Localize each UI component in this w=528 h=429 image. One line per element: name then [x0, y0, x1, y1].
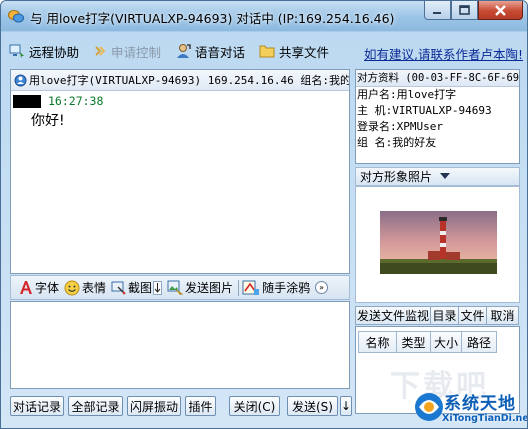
toolbar-divider [238, 279, 240, 296]
bottom-button-bar: 对话记录 全部记录 闪屏振动 插件 关闭(C) 发送(S) ↓ [10, 396, 355, 416]
screenshot-dropdown[interactable] [153, 280, 163, 295]
peer-photo-lighthouse [380, 211, 497, 274]
doodle-button[interactable]: 随手涂鸦 [242, 279, 310, 296]
remote-assist-icon [9, 44, 24, 58]
close-window-button[interactable] [478, 1, 523, 20]
font-button[interactable]: 字体 [19, 279, 59, 296]
watermark-url: XiTongTianDi.net [442, 413, 528, 424]
plugins-button[interactable]: 插件 [185, 396, 216, 416]
tab-file[interactable]: 文件 [458, 306, 487, 325]
close-chat-button[interactable]: 关闭(C) [229, 396, 280, 416]
minimize-icon [433, 11, 441, 14]
close-icon [495, 4, 506, 16]
send-image-button[interactable]: 发送图片 [167, 279, 233, 296]
redacted-sender [13, 94, 41, 108]
font-label: 字体 [35, 281, 60, 295]
chevron-down-icon [440, 173, 451, 179]
tab-directory[interactable]: 目录 [430, 306, 459, 325]
share-files-button[interactable]: 共享文件 [259, 42, 329, 61]
image-icon [167, 280, 184, 295]
message-text: 你好! [31, 113, 65, 129]
more-tools-button[interactable]: » [315, 281, 329, 294]
voice-chat-icon [177, 44, 191, 58]
column-path[interactable]: 路径 [461, 331, 497, 353]
doodle-icon [242, 280, 260, 295]
peer-login: 登录名:XPMUser [357, 120, 443, 133]
peer-info-title: 对方资料 (00-03-FF-8C-6F-69) [356, 70, 519, 87]
format-toolbar: 字体 表情 截图 发送图片 随手涂鸦 » [10, 275, 350, 300]
window-controls [424, 1, 523, 21]
shake-button[interactable]: 闪屏振动 [127, 396, 181, 416]
voice-chat-button[interactable]: 语音对话 [175, 42, 245, 61]
tab-cancel[interactable]: 取消 [486, 306, 519, 325]
request-control-icon [95, 46, 106, 56]
screenshot-icon [111, 281, 126, 295]
request-control-button[interactable]: 申请控制 [93, 42, 161, 61]
app-icon [8, 10, 24, 23]
screenshot-button[interactable]: 截图 [111, 279, 152, 296]
peer-username: 用户名:用love打字 [357, 88, 457, 101]
all-log-button[interactable]: 全部记录 [68, 396, 123, 416]
file-transfer-tabs: 发送文件监视 目录 文件 取消 [355, 306, 520, 325]
emoji-label: 表情 [82, 281, 107, 295]
column-type[interactable]: 类型 [396, 331, 431, 353]
tab-send-monitor[interactable]: 发送文件监视 [355, 306, 431, 325]
voice-chat-label: 语音对话 [195, 44, 246, 60]
smiley-icon [64, 280, 80, 295]
chat-log-button[interactable]: 对话记录 [10, 396, 64, 416]
peer-host: 主 机:VIRTUALXP-94693 [357, 104, 492, 117]
peer-photo-frame [355, 186, 520, 303]
send-button[interactable]: 发送(S) [287, 396, 338, 416]
font-icon [20, 281, 32, 294]
title-bar[interactable]: 与 用love打字(VIRTUALXP-94693) 对话中 (IP:169.2… [1, 1, 527, 31]
chat-window: 与 用love打字(VIRTUALXP-94693) 对话中 (IP:169.2… [0, 0, 528, 429]
send-options-dropdown[interactable]: ↓ [340, 396, 352, 416]
more-tools-label: » [319, 283, 325, 292]
peer-photo-header[interactable]: 对方形象照片 [355, 167, 520, 186]
peer-group: 组 名:我的好友 [357, 136, 437, 149]
peer-icon [14, 74, 27, 86]
minimize-button[interactable] [424, 1, 451, 20]
remote-assist-button[interactable]: 远程协助 [9, 42, 79, 61]
peer-info: 对方资料 (00-03-FF-8C-6F-69) 用户名:用love打字 主 机… [355, 69, 520, 164]
message-input[interactable] [10, 301, 350, 389]
peer-header-text: 用love打字(VIRTUALXP-94693) 169.254.16.46 组… [29, 74, 349, 87]
message-meta: 16:27:38 [13, 94, 103, 108]
emoji-button[interactable]: 表情 [64, 279, 106, 296]
chat-peer-header: 用love打字(VIRTUALXP-94693) 169.254.16.46 组… [11, 70, 349, 91]
send-image-label: 发送图片 [185, 281, 234, 295]
file-list-header: 名称 类型 大小 路径 [356, 331, 519, 353]
watermark-title: 系统天地 [444, 394, 516, 414]
down-arrow-icon [154, 282, 161, 293]
share-files-label: 共享文件 [279, 44, 330, 60]
doodle-label: 随手涂鸦 [262, 281, 311, 295]
column-size[interactable]: 大小 [430, 331, 462, 353]
folder-icon [259, 45, 275, 58]
contact-author-link[interactable]: 如有建议,请联系作者卢本陶! [364, 44, 523, 63]
chat-history[interactable]: 用love打字(VIRTUALXP-94693) 169.254.16.46 组… [10, 69, 350, 274]
peer-photo-title: 对方形象照片 [360, 170, 433, 184]
maximize-button[interactable] [451, 1, 478, 20]
message-timestamp: 16:27:38 [48, 94, 104, 108]
window-title: 与 用love打字(VIRTUALXP-94693) 对话中 (IP:169.2… [30, 11, 395, 26]
request-control-label: 申请控制 [111, 44, 162, 60]
remote-assist-label: 远程协助 [29, 44, 80, 60]
screenshot-label: 截图 [128, 281, 153, 295]
maximize-icon [459, 5, 470, 15]
column-name[interactable]: 名称 [358, 331, 397, 353]
